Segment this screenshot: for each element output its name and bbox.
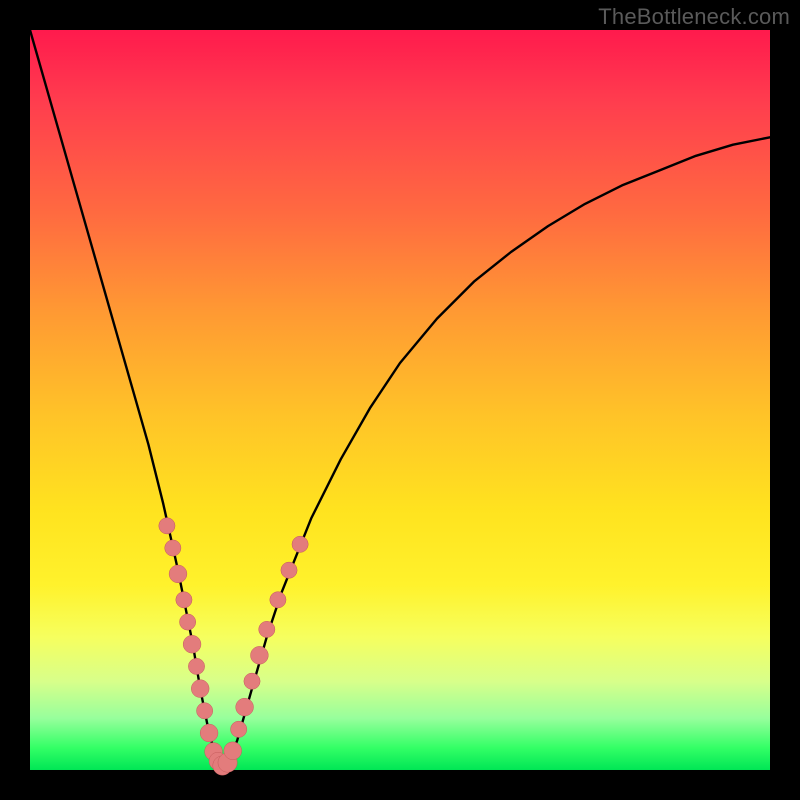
data-marker [259, 621, 275, 637]
data-marker [236, 698, 254, 716]
data-marker [200, 724, 218, 742]
data-marker [224, 742, 242, 760]
data-marker [251, 646, 269, 664]
data-marker [244, 673, 260, 689]
chart-overlay [30, 30, 770, 770]
bottleneck-curve [30, 30, 770, 766]
data-marker [169, 565, 187, 583]
data-marker [176, 592, 192, 608]
data-marker [188, 658, 204, 674]
data-marker [183, 635, 201, 653]
data-marker [231, 721, 247, 737]
data-marker [179, 614, 195, 630]
data-markers [159, 518, 308, 776]
watermark-text: TheBottleneck.com [598, 4, 790, 30]
data-marker [165, 540, 181, 556]
data-marker [159, 518, 175, 534]
data-marker [281, 562, 297, 578]
data-marker [292, 536, 308, 552]
plot-area [30, 30, 770, 770]
data-marker [270, 592, 286, 608]
chart-stage: TheBottleneck.com [0, 0, 800, 800]
data-marker [191, 680, 209, 698]
data-marker [197, 703, 213, 719]
